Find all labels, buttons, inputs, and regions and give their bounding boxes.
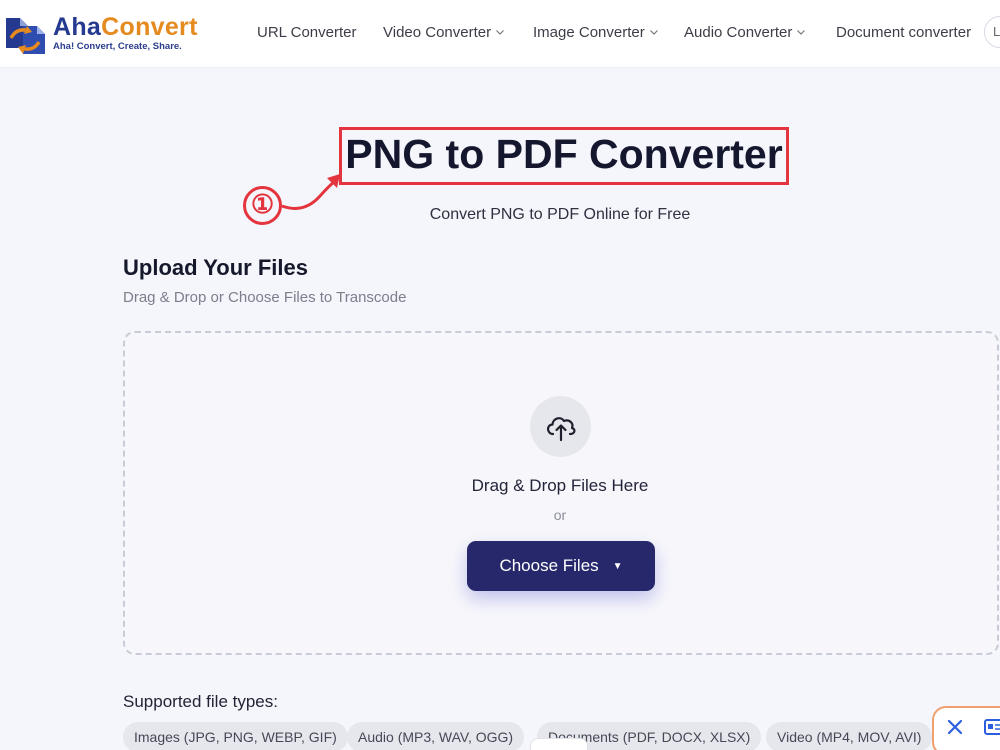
page-subtitle: Convert PNG to PDF Online for Free: [429, 206, 691, 223]
chevron-down-icon: [649, 30, 658, 35]
choose-files-button[interactable]: Choose Files ▼: [467, 541, 655, 591]
file-convert-logo-icon: [6, 18, 45, 54]
upload-section-subtitle: Drag & Drop or Choose Files to Transcode: [123, 289, 407, 306]
logo-name-part1: Aha: [53, 13, 102, 41]
nav-video-converter[interactable]: Video Converter: [383, 20, 505, 44]
card-icon[interactable]: [984, 718, 1000, 736]
file-type-chip-audio: Audio (MP3, WAV, OGG): [347, 722, 525, 750]
cloud-upload-icon: [546, 416, 576, 441]
supported-types-label: Supported file types:: [123, 692, 278, 711]
annotation-highlight-box: [339, 127, 789, 185]
scroll-handle[interactable]: [530, 738, 588, 750]
or-separator: or: [553, 507, 567, 523]
nav-url-converter[interactable]: URL Converter: [257, 20, 356, 44]
close-icon[interactable]: [946, 718, 964, 736]
drop-files-label: Drag & Drop Files Here: [471, 476, 649, 495]
upload-icon-circle: [530, 396, 591, 457]
nav-label: Audio Converter: [684, 23, 793, 41]
nav-image-converter[interactable]: Image Converter: [533, 20, 659, 44]
upload-section-title: Upload Your Files: [123, 255, 308, 280]
nav-label: Video Converter: [383, 23, 492, 41]
logo-wordmark: AhaConvert: [53, 13, 198, 41]
nav-label: Image Converter: [533, 23, 645, 41]
file-type-chip-video: Video (MP4, MOV, AVI): [766, 722, 933, 750]
nav-label: Document converter: [836, 23, 972, 41]
caret-down-icon: ▼: [612, 560, 623, 572]
file-type-chip-images: Images (JPG, PNG, WEBP, GIF): [123, 722, 348, 750]
nav-audio-converter[interactable]: Audio Converter: [684, 20, 806, 44]
choose-files-label: Choose Files: [499, 556, 599, 575]
site-logo[interactable]: AhaConvert Aha! Convert, Create, Share.: [3, 12, 213, 56]
chevron-down-icon: [496, 30, 505, 35]
top-navigation-bar: AhaConvert Aha! Convert, Create, Share. …: [0, 0, 1000, 68]
logo-name-part2: Convert: [101, 13, 198, 41]
logo-tagline: Aha! Convert, Create, Share.: [53, 41, 182, 52]
nav-label: URL Converter: [257, 23, 357, 41]
language-button[interactable]: Lo: [984, 16, 1000, 48]
step-number-badge: ①: [243, 186, 282, 225]
nav-document-converter[interactable]: Document converter: [836, 20, 971, 44]
chevron-down-icon: [797, 30, 806, 35]
